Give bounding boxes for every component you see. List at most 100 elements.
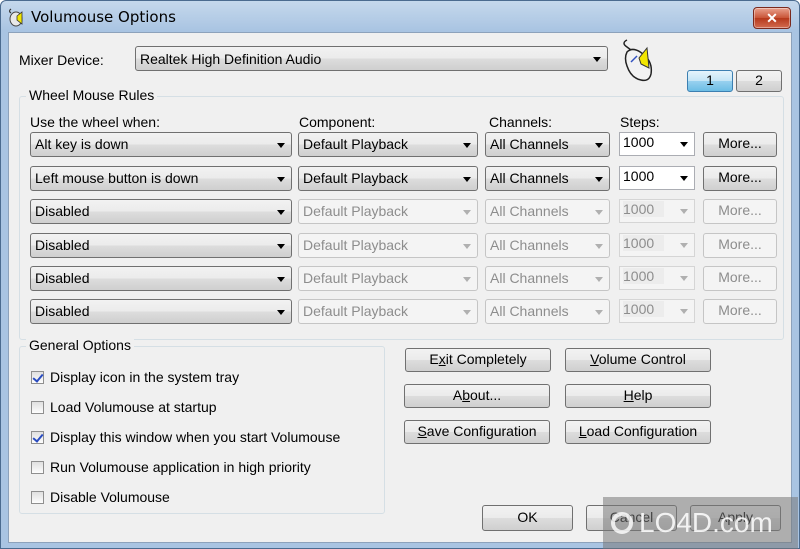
steps-value: 1000 — [623, 201, 665, 217]
condition-select[interactable]: Left mouse button is down — [30, 166, 292, 191]
component-select[interactable]: Default Playback — [298, 266, 478, 291]
chevron-down-icon — [277, 310, 285, 315]
channels-value: All Channels — [490, 303, 569, 319]
general-option-checkbox[interactable]: Display this window when you start Volum… — [31, 429, 340, 445]
component-select[interactable]: Default Playback — [298, 199, 478, 224]
mixer-device-select[interactable]: Realtek High Definition Audio — [135, 46, 608, 71]
steps-combo[interactable]: 1000 — [619, 132, 695, 156]
checkbox-icon[interactable] — [31, 490, 44, 504]
title-bar[interactable]: Volumouse Options ✕ — [1, 1, 799, 33]
close-icon: ✕ — [766, 9, 778, 26]
channels-select[interactable]: All Channels — [485, 266, 610, 291]
channels-select[interactable]: All Channels — [485, 299, 610, 324]
lo4d-logo-icon — [611, 512, 633, 534]
chevron-down-icon — [595, 310, 603, 315]
channels-select[interactable]: All Channels — [485, 166, 610, 191]
wheel-mouse-rules-title: Wheel Mouse Rules — [26, 87, 158, 103]
save-configuration-button[interactable]: Save Configuration — [404, 420, 550, 444]
general-option-checkbox[interactable]: Disable Volumouse — [31, 489, 170, 505]
channels-value: All Channels — [490, 203, 569, 219]
page-1-tab[interactable]: 1 — [687, 70, 733, 92]
watermark-text: LO4D.com — [639, 507, 773, 538]
chevron-down-icon — [593, 57, 601, 62]
more-button[interactable]: More... — [703, 199, 777, 224]
chevron-down-icon — [463, 310, 471, 315]
help-button[interactable]: Help — [565, 384, 711, 408]
chevron-down-icon — [277, 244, 285, 249]
general-option-checkbox[interactable]: Display icon in the system tray — [31, 369, 239, 385]
channels-select[interactable]: All Channels — [485, 199, 610, 224]
component-value: Default Playback — [303, 170, 409, 186]
more-button[interactable]: More... — [703, 233, 777, 258]
checkbox-icon[interactable] — [31, 370, 44, 384]
volume-control-button[interactable]: Volume Control — [565, 348, 711, 372]
mixer-device-value: Realtek High Definition Audio — [140, 51, 322, 67]
condition-select[interactable]: Disabled — [30, 233, 292, 258]
load-configuration-button[interactable]: Load Configuration — [565, 420, 711, 444]
condition-select[interactable]: Disabled — [30, 266, 292, 291]
general-options-title: General Options — [26, 337, 134, 353]
general-option-label: Run Volumouse application in high priori… — [50, 459, 311, 475]
chevron-down-icon — [277, 277, 285, 282]
component-select[interactable]: Default Playback — [298, 166, 478, 191]
steps-combo[interactable]: 1000 — [619, 166, 695, 190]
about-button[interactable]: About... — [404, 384, 550, 408]
steps-header: Steps: — [620, 114, 660, 130]
component-select[interactable]: Default Playback — [298, 233, 478, 258]
component-value: Default Playback — [303, 203, 409, 219]
window-title: Volumouse Options — [31, 8, 176, 26]
steps-value: 1000 — [623, 235, 665, 251]
chevron-down-icon — [595, 277, 603, 282]
condition-header: Use the wheel when: — [30, 114, 160, 130]
condition-value: Disabled — [35, 237, 90, 253]
chevron-down-icon — [595, 244, 603, 249]
chevron-down-icon — [463, 177, 471, 182]
chevron-down-icon — [463, 210, 471, 215]
steps-combo[interactable]: 1000 — [619, 199, 695, 223]
more-button[interactable]: More... — [703, 166, 777, 191]
chevron-down-icon — [463, 277, 471, 282]
more-button[interactable]: More... — [703, 266, 777, 291]
condition-value: Disabled — [35, 270, 90, 286]
more-button[interactable]: More... — [703, 299, 777, 324]
condition-select[interactable]: Disabled — [30, 199, 292, 224]
chevron-down-icon — [463, 244, 471, 249]
chevron-down-icon — [595, 177, 603, 182]
steps-combo[interactable]: 1000 — [619, 299, 695, 323]
steps-value: 1000 — [623, 301, 665, 317]
channels-value: All Channels — [490, 136, 569, 152]
chevron-down-icon — [680, 309, 688, 314]
component-select[interactable]: Default Playback — [298, 299, 478, 324]
general-option-label: Load Volumouse at startup — [50, 399, 217, 415]
general-option-label: Display icon in the system tray — [50, 369, 240, 385]
more-button[interactable]: More... — [703, 132, 777, 157]
chevron-down-icon — [277, 177, 285, 182]
checkbox-icon[interactable] — [31, 430, 44, 444]
channels-select[interactable]: All Channels — [485, 233, 610, 258]
close-button[interactable]: ✕ — [753, 7, 791, 29]
volumouse-mouse-icon — [623, 39, 653, 82]
condition-select[interactable]: Alt key is down — [30, 132, 292, 157]
general-option-checkbox[interactable]: Run Volumouse application in high priori… — [31, 459, 311, 475]
chevron-down-icon — [595, 143, 603, 148]
page-2-tab[interactable]: 2 — [736, 70, 782, 92]
chevron-down-icon — [680, 209, 688, 214]
chevron-down-icon — [680, 276, 688, 281]
chevron-down-icon — [463, 143, 471, 148]
checkbox-icon[interactable] — [31, 400, 44, 414]
dialog-body: Mixer Device: Realtek High Definition Au… — [8, 32, 792, 543]
component-select[interactable]: Default Playback — [298, 132, 478, 157]
steps-combo[interactable]: 1000 — [619, 266, 695, 290]
component-value: Default Playback — [303, 303, 409, 319]
condition-value: Left mouse button is down — [35, 170, 199, 186]
exit-completely-button[interactable]: Exit Completely — [405, 348, 551, 372]
condition-select[interactable]: Disabled — [30, 299, 292, 324]
general-option-label: Disable Volumouse — [50, 489, 170, 505]
general-option-checkbox[interactable]: Load Volumouse at startup — [31, 399, 217, 415]
checkbox-icon[interactable] — [31, 460, 44, 474]
steps-combo[interactable]: 1000 — [619, 233, 695, 257]
channels-value: All Channels — [490, 170, 569, 186]
ok-button[interactable]: OK — [482, 505, 573, 531]
channels-select[interactable]: All Channels — [485, 132, 610, 157]
chevron-down-icon — [680, 176, 688, 181]
